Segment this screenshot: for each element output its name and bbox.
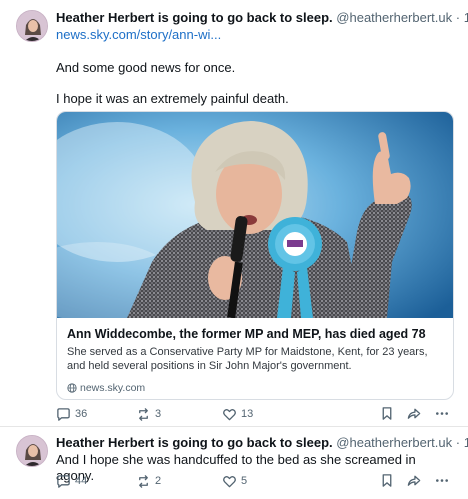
- like-count: 5: [241, 475, 248, 487]
- speech-bubble-icon: [57, 407, 70, 421]
- post-header: Heather Herbert is going to go back to s…: [56, 435, 468, 451]
- card-domain-text: news.sky.com: [80, 382, 146, 394]
- repost-arrows-icon: [139, 474, 148, 488]
- speech-bubble-icon: [57, 474, 70, 488]
- separator: ·: [455, 10, 461, 25]
- author-handle[interactable]: @heatherherbert.uk: [336, 435, 452, 450]
- post-text-line: And some good news for once.: [56, 60, 236, 75]
- repost-button[interactable]: 2: [136, 473, 161, 489]
- share-arrow-icon: [407, 475, 421, 486]
- card-image: [57, 112, 453, 318]
- post-actions: 36 3 13: [56, 406, 454, 424]
- reply-count: 44: [75, 475, 88, 487]
- post[interactable]: Heather Herbert is going to go back to s…: [0, 426, 468, 499]
- share-button[interactable]: [406, 406, 422, 421]
- author-avatar[interactable]: [16, 435, 48, 467]
- more-dots-icon: [436, 412, 448, 415]
- share-button[interactable]: [406, 473, 422, 488]
- more-options-button[interactable]: [434, 473, 450, 488]
- like-button[interactable]: 5: [222, 473, 247, 489]
- more-options-button[interactable]: [434, 406, 450, 421]
- post-text-line: I hope it was an extremely painful death…: [56, 91, 289, 106]
- heart-icon: [223, 408, 236, 420]
- globe-icon: [67, 383, 77, 393]
- bookmark-icon: [382, 474, 392, 487]
- bookmark-icon: [382, 407, 392, 420]
- post-header: Heather Herbert is going to go back to s…: [56, 10, 468, 26]
- post-time[interactable]: 1d: [464, 10, 468, 25]
- like-button[interactable]: 13: [222, 406, 253, 422]
- more-dots-icon: [436, 479, 448, 482]
- link-preview-card[interactable]: Ann Widdecombe, the former MP and MEP, h…: [56, 111, 454, 400]
- post-actions: 44 2 5: [56, 473, 454, 491]
- like-count: 13: [241, 408, 254, 420]
- card-domain: news.sky.com: [67, 381, 145, 395]
- post[interactable]: Heather Herbert is going to go back to s…: [0, 0, 468, 426]
- separator: ·: [455, 435, 461, 450]
- post-link[interactable]: news.sky.com/story/ann-wi...: [56, 27, 221, 43]
- repost-count: 3: [155, 408, 162, 420]
- author-name[interactable]: Heather Herbert is going to go back to s…: [56, 435, 333, 450]
- heart-icon: [223, 475, 236, 487]
- reply-button[interactable]: 36: [56, 406, 87, 422]
- author-handle[interactable]: @heatherherbert.uk: [336, 10, 452, 25]
- author-avatar[interactable]: [16, 10, 48, 42]
- card-description: She served as a Conservative Party MP fo…: [67, 346, 428, 372]
- reply-count: 36: [75, 408, 88, 420]
- repost-button[interactable]: 3: [136, 406, 161, 422]
- author-name[interactable]: Heather Herbert is going to go back to s…: [56, 10, 333, 25]
- reply-button[interactable]: 44: [56, 473, 87, 489]
- bookmark-button[interactable]: [380, 406, 394, 421]
- repost-count: 2: [155, 475, 162, 487]
- repost-arrows-icon: [139, 407, 148, 421]
- bookmark-button[interactable]: [380, 473, 394, 488]
- card-title[interactable]: Ann Widdecombe, the former MP and MEP, h…: [67, 326, 445, 342]
- share-arrow-icon: [407, 408, 421, 419]
- post-time[interactable]: 1d: [464, 435, 468, 450]
